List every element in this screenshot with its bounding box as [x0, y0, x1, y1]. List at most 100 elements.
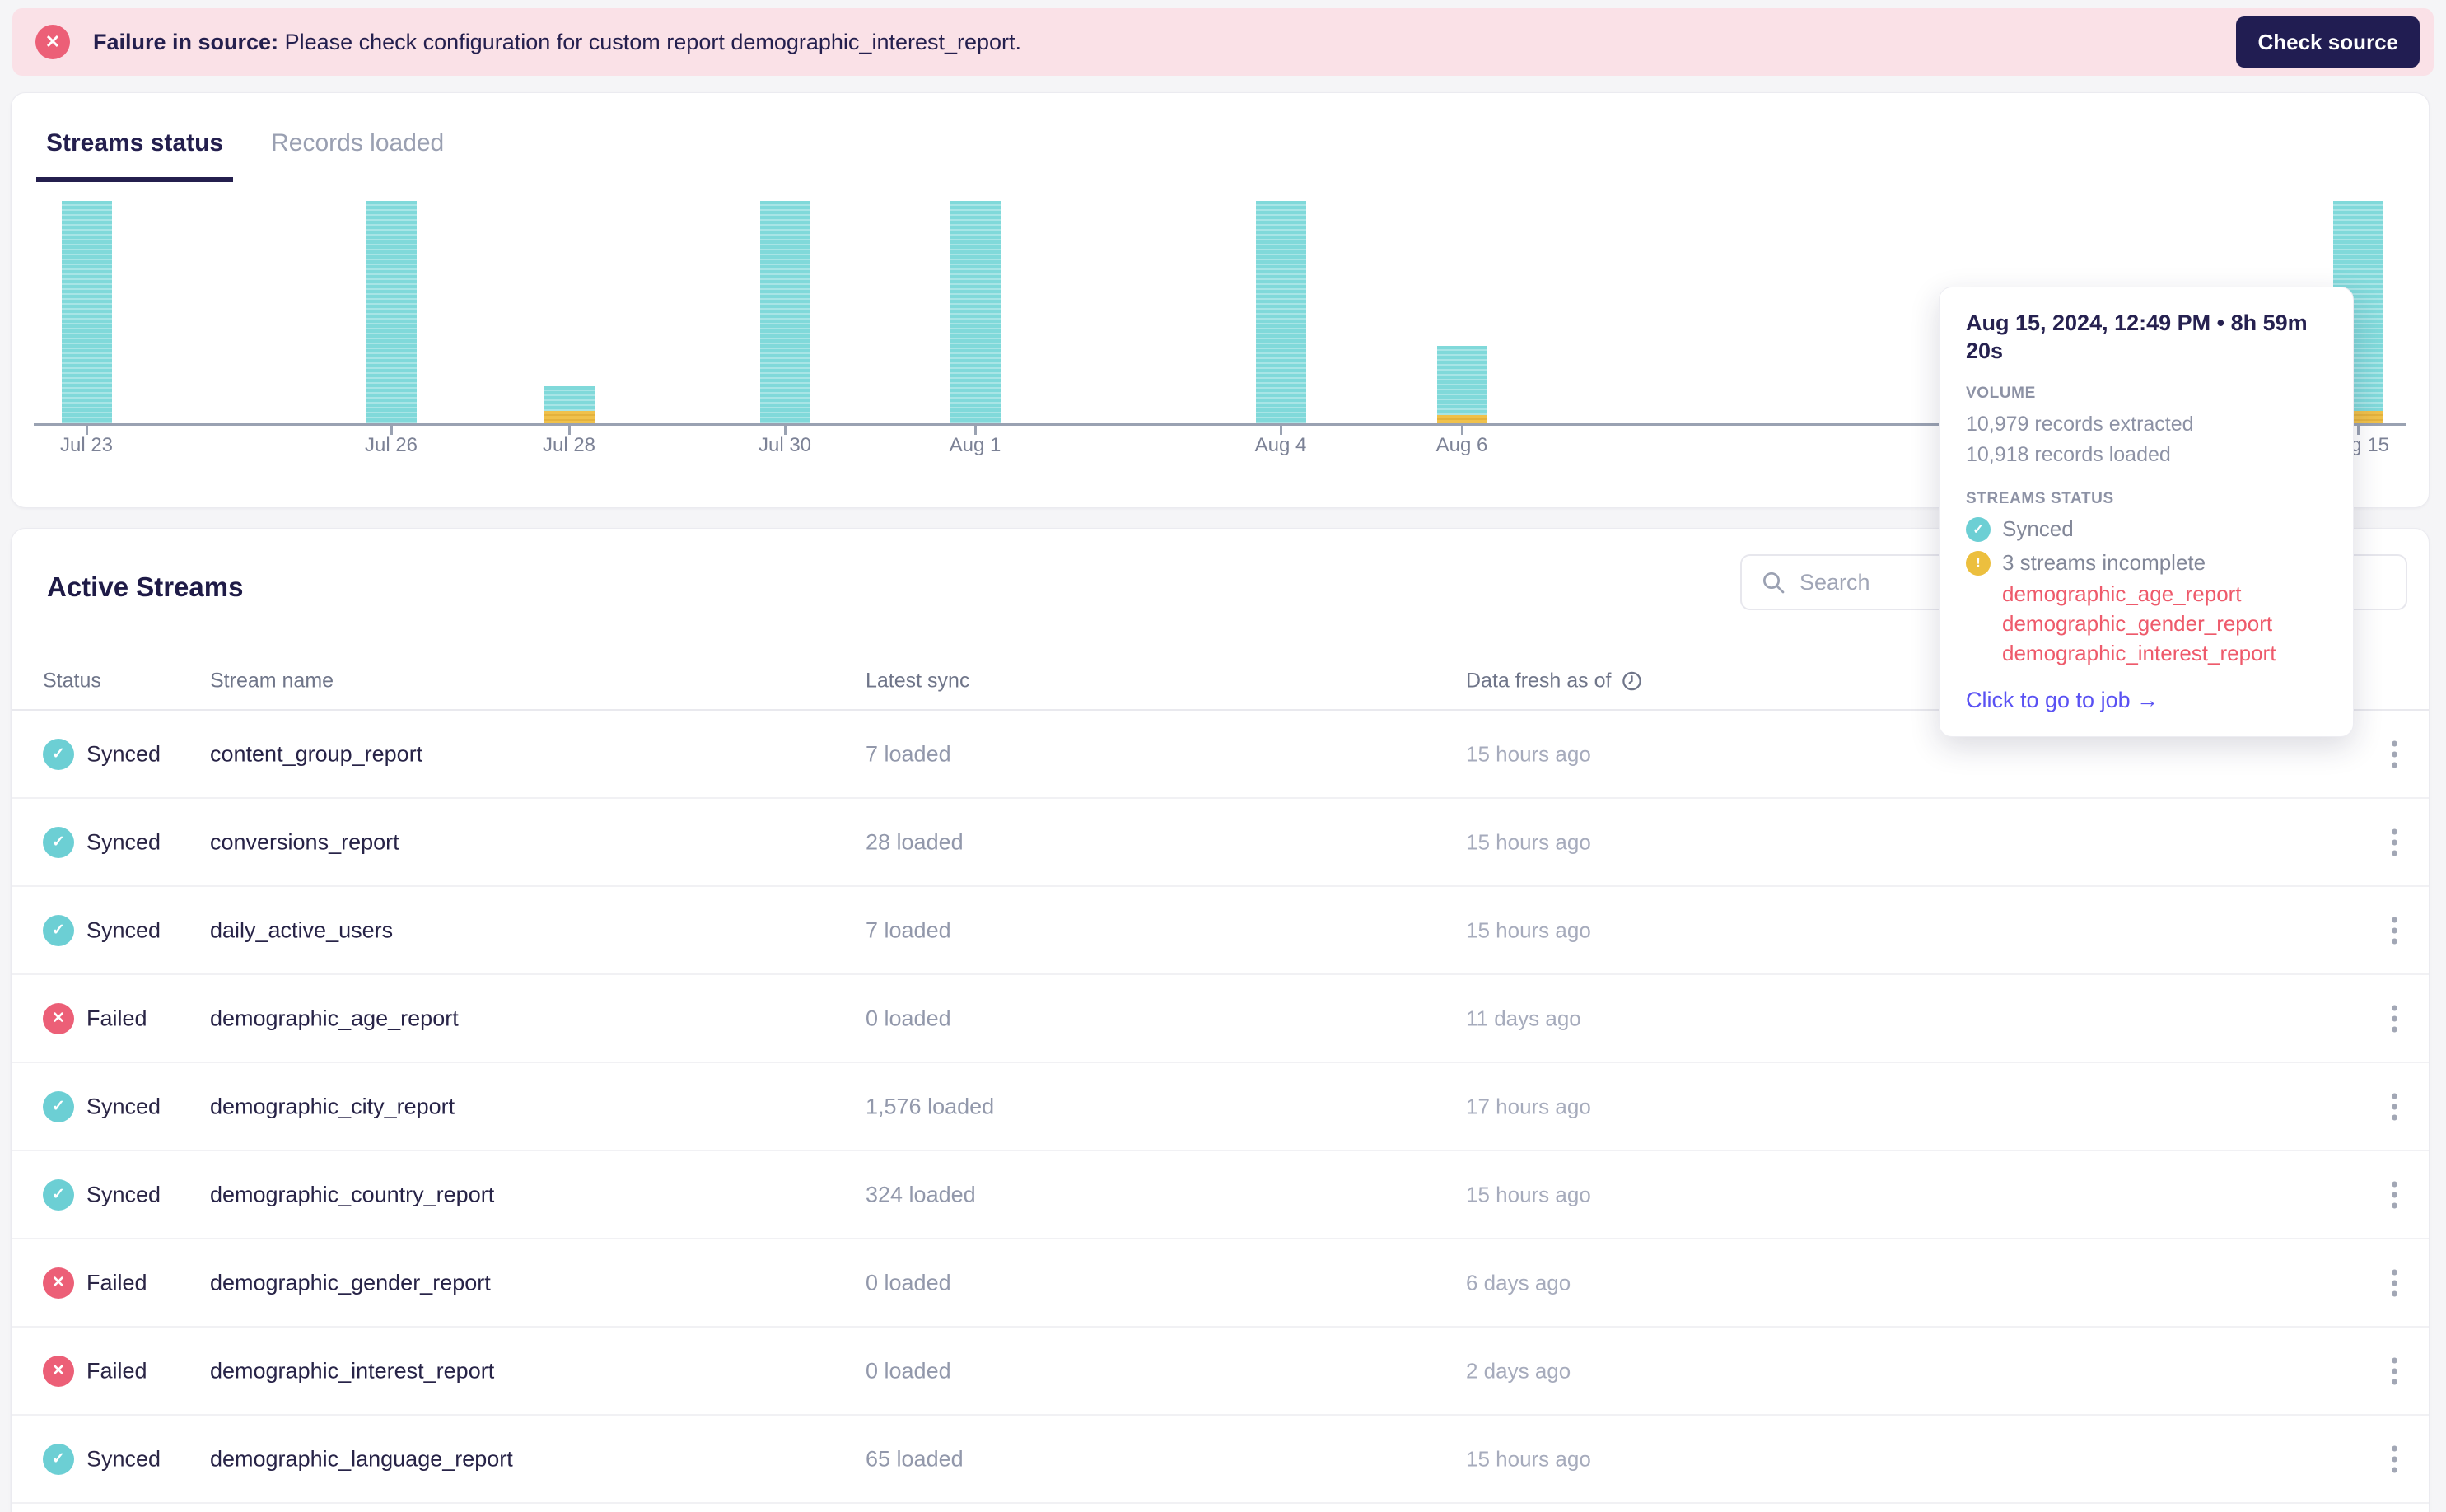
x-axis-tick — [783, 426, 787, 435]
tooltip-volume-values: 10,979 records extracted 10,918 records … — [1966, 409, 2327, 470]
data-fresh-value: 6 days ago — [1466, 1270, 1571, 1295]
tooltip-volume-label: VOLUME — [1966, 385, 2036, 402]
stream-name: demographic_gender_report — [210, 1270, 491, 1295]
table-row: ✕ Failed demographic_gender_report 0 loa… — [12, 1239, 2429, 1328]
kebab-menu-icon[interactable] — [2387, 912, 2402, 949]
stream-name: demographic_language_report — [210, 1446, 513, 1471]
x-axis-tick — [1460, 426, 1463, 435]
x-axis-tick — [567, 426, 571, 435]
tooltip-streams-status-label: STREAMS STATUS — [1966, 490, 2114, 507]
x-axis-label: Jul 28 — [542, 434, 596, 456]
latest-sync-value: 1,576 loaded — [866, 1094, 995, 1118]
latest-sync-value: 0 loaded — [866, 1006, 951, 1030]
x-axis-label: Aug 4 — [1254, 434, 1307, 456]
column-status: Status — [43, 669, 101, 693]
stream-name: daily_active_users — [210, 917, 394, 942]
tooltip-synced-row: ✓ Synced — [1966, 516, 2327, 542]
failed-status-icon: ✕ — [43, 1267, 74, 1299]
status-label: Synced — [86, 741, 161, 766]
streams-table-body: ✓ Synced content_group_report 7 loaded 1… — [12, 711, 2429, 1504]
records-extracted: 10,979 records extracted — [1966, 413, 2194, 436]
column-data-fresh: Data fresh as of — [1466, 670, 1643, 693]
warning-icon: ! — [1966, 550, 1991, 576]
tooltip-incomplete-row: ! 3 streams incomplete — [1966, 550, 2327, 576]
kebab-menu-icon[interactable] — [2387, 735, 2402, 772]
chart-bar[interactable] — [366, 201, 417, 423]
status-label: Synced — [86, 829, 161, 854]
incomplete-stream-link[interactable]: demographic_age_report — [2002, 579, 2327, 609]
status-label: Synced — [86, 1446, 161, 1471]
table-row: ✕ Failed demographic_age_report 0 loaded… — [12, 975, 2429, 1063]
table-row: ✕ Failed demographic_interest_report 0 l… — [12, 1328, 2429, 1416]
records-loaded: 10,918 records loaded — [1966, 443, 2171, 466]
table-row: ✓ Synced daily_active_users 7 loaded 15 … — [12, 887, 2429, 975]
stream-name: conversions_report — [210, 829, 399, 854]
banner-message-text: Please check configuration for custom re… — [278, 29, 1022, 54]
synced-status-icon: ✓ — [43, 826, 74, 858]
x-axis-label: Jul 30 — [758, 434, 812, 456]
data-fresh-value: 15 hours ago — [1466, 1182, 1591, 1206]
x-axis-tick — [973, 426, 977, 435]
data-fresh-value: 15 hours ago — [1466, 741, 1591, 766]
data-fresh-value: 2 days ago — [1466, 1358, 1571, 1383]
data-fresh-value: 15 hours ago — [1466, 917, 1591, 942]
x-axis-label: Aug 1 — [949, 434, 1001, 456]
latest-sync-value: 0 loaded — [866, 1358, 951, 1383]
chart-bar[interactable] — [544, 386, 595, 423]
status-label: Synced — [86, 1182, 161, 1206]
incomplete-stream-link[interactable]: demographic_gender_report — [2002, 609, 2327, 638]
kebab-menu-icon[interactable] — [2387, 1440, 2402, 1477]
data-fresh-value: 17 hours ago — [1466, 1094, 1591, 1118]
kebab-menu-icon[interactable] — [2387, 1000, 2402, 1037]
kebab-menu-icon[interactable] — [2387, 1176, 2402, 1213]
table-row: ✓ Synced demographic_country_report 324 … — [12, 1151, 2429, 1239]
incomplete-streams-list: demographic_age_report demographic_gender… — [2002, 579, 2327, 668]
chart-bar[interactable] — [61, 201, 112, 423]
chart-bar[interactable] — [759, 201, 810, 423]
stream-name: demographic_city_report — [210, 1094, 455, 1118]
kebab-menu-icon[interactable] — [2387, 824, 2402, 861]
status-label: Failed — [86, 1358, 147, 1383]
data-fresh-value: 15 hours ago — [1466, 829, 1591, 854]
chart-bar[interactable] — [1436, 346, 1487, 423]
stream-name: demographic_interest_report — [210, 1358, 495, 1383]
kebab-menu-icon[interactable] — [2387, 1352, 2402, 1389]
incomplete-stream-link[interactable]: demographic_interest_report — [2002, 638, 2327, 668]
x-axis-label: Jul 23 — [59, 434, 114, 456]
chart-bar[interactable] — [950, 201, 1001, 423]
status-label: Failed — [86, 1006, 147, 1030]
page: ✕ Failure in source: Please check config… — [0, 0, 2446, 1512]
synced-status-icon: ✓ — [43, 738, 74, 770]
stream-name: content_group_report — [210, 741, 423, 766]
status-label: Synced — [86, 1094, 161, 1118]
failed-status-icon: ✕ — [43, 1002, 74, 1034]
latest-sync-value: 324 loaded — [866, 1182, 976, 1206]
error-icon: ✕ — [35, 25, 70, 59]
go-to-job-link[interactable]: Click to go to job → — [1966, 688, 2327, 713]
check-source-button[interactable]: Check source — [2236, 16, 2420, 68]
stream-name: demographic_age_report — [210, 1006, 459, 1030]
data-fresh-value: 11 days ago — [1466, 1006, 1581, 1030]
table-row: ✓ Synced demographic_city_report 1,576 l… — [12, 1063, 2429, 1151]
column-latest-sync: Latest sync — [866, 669, 970, 693]
latest-sync-value: 0 loaded — [866, 1270, 951, 1295]
synced-status-icon: ✓ — [43, 1443, 74, 1475]
synced-status-icon: ✓ — [1966, 516, 1991, 542]
synced-label: Synced — [2002, 516, 2074, 541]
chart-bar[interactable] — [1255, 201, 1306, 423]
latest-sync-value: 28 loaded — [866, 829, 964, 854]
banner-message: Failure in source: Please check configur… — [93, 30, 1021, 55]
status-label: Failed — [86, 1270, 147, 1295]
stream-name: demographic_country_report — [210, 1182, 495, 1206]
latest-sync-value: 65 loaded — [866, 1446, 964, 1471]
x-axis-label: Jul 26 — [364, 434, 418, 456]
status-label: Synced — [86, 917, 161, 942]
clock-icon — [1622, 671, 1642, 691]
incomplete-label: 3 streams incomplete — [2002, 550, 2206, 575]
kebab-menu-icon[interactable] — [2387, 1264, 2402, 1301]
synced-status-icon: ✓ — [43, 1090, 74, 1122]
latest-sync-value: 7 loaded — [866, 741, 951, 766]
kebab-menu-icon[interactable] — [2387, 1088, 2402, 1125]
x-axis-tick — [85, 426, 88, 435]
chart-tooltip: Aug 15, 2024, 12:49 PM • 8h 59m 20s VOLU… — [1939, 287, 2354, 737]
